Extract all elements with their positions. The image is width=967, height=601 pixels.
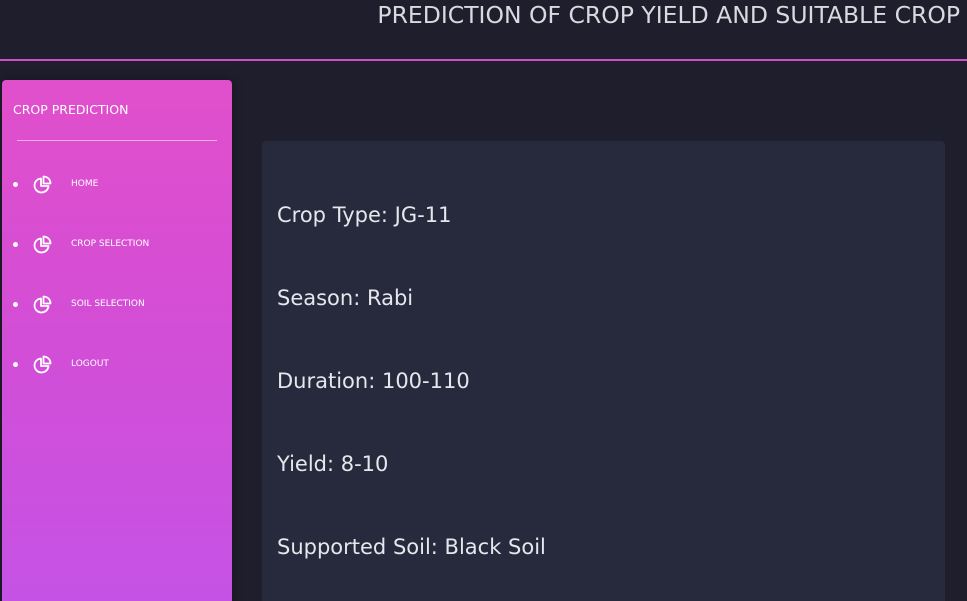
top-bar: PREDICTION OF CROP YIELD AND SUITABLE CR…	[0, 0, 967, 61]
bullet-dot	[13, 302, 18, 307]
bullet-dot	[13, 362, 18, 367]
sidebar-brand[interactable]: CROP PREDICTION	[13, 102, 128, 117]
sidebar-item-label: HOME	[71, 179, 99, 189]
sidebar-item-soil-selection[interactable]: SOIL SELECTION	[2, 290, 232, 320]
pie-chart-icon	[32, 355, 52, 375]
bullet-dot	[13, 242, 18, 247]
bullet-dot	[13, 182, 18, 187]
page-title: PREDICTION OF CROP YIELD AND SUITABLE CR…	[377, 1, 960, 29]
crop-type-text: Crop Type: JG-11	[277, 203, 452, 227]
sidebar-item-label: SOIL SELECTION	[71, 299, 145, 309]
crop-info-card: Crop Type: JG-11 Season: Rabi Duration: …	[262, 141, 945, 601]
sidebar-divider	[17, 140, 217, 141]
sidebar-item-label: CROP SELECTION	[71, 239, 150, 249]
season-text: Season: Rabi	[277, 286, 414, 310]
page: PREDICTION OF CROP YIELD AND SUITABLE CR…	[0, 0, 967, 601]
pie-chart-icon	[32, 175, 52, 195]
sidebar-item-label: LOGOUT	[71, 359, 109, 369]
sidebar-item-home[interactable]: HOME	[2, 170, 232, 200]
sidebar: CROP PREDICTION HOME CROP SELECTION SOIL…	[2, 80, 232, 601]
duration-text: Duration: 100-110	[277, 369, 470, 393]
sidebar-item-crop-selection[interactable]: CROP SELECTION	[2, 230, 232, 260]
supported-soil-text: Supported Soil: Black Soil	[277, 535, 546, 559]
yield-text: Yield: 8-10	[277, 452, 389, 476]
pie-chart-icon	[32, 235, 52, 255]
pie-chart-icon	[32, 295, 52, 315]
sidebar-item-logout[interactable]: LOGOUT	[2, 350, 232, 380]
